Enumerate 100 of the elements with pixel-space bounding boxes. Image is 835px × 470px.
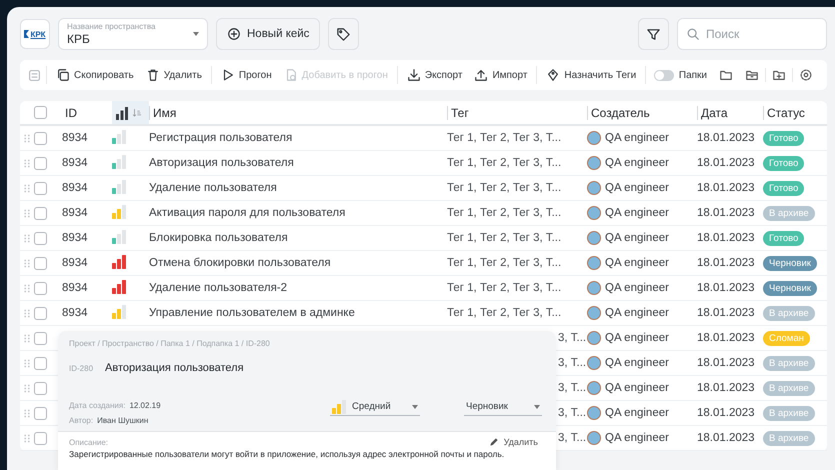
plus-circle-icon (227, 27, 241, 41)
creator-cell: QA engineer (605, 357, 669, 369)
status-badge: В архиве (763, 306, 815, 320)
row-checkbox[interactable] (34, 432, 47, 444)
date-cell-text: 18.01.2023 (697, 307, 756, 319)
avatar (587, 356, 601, 370)
creator-cell: QA engineer (605, 257, 669, 269)
creator-cell: QA engineer (605, 207, 669, 219)
creator-cell: QA engineer (605, 232, 669, 244)
creator-cell: QA engineer (605, 332, 669, 344)
row-checkbox[interactable] (34, 406, 47, 420)
select-all-checkbox[interactable] (34, 106, 47, 119)
folder-archive-icon (745, 68, 759, 82)
row-checkbox[interactable] (34, 132, 47, 144)
avatar (587, 406, 601, 420)
description-text: Зарегистрированные пользователи могут войти в приложение, используя адрес электронной почты и пароль. (69, 449, 506, 459)
sort-icon (132, 108, 142, 118)
tag-cell-text: Тег 1, Тег 2, Тег 3, Т... (447, 307, 562, 319)
toolbar-button[interactable]: Экспорт (402, 68, 466, 82)
toolbar-button[interactable]: Прогон (216, 68, 276, 82)
name-cell-text: Удаление пользователя-2 (149, 282, 288, 294)
row-checkbox[interactable] (34, 382, 47, 394)
row-checkbox[interactable] (34, 182, 47, 194)
column-header[interactable]: Создатель (587, 106, 697, 120)
status-select[interactable]: Черновик (464, 398, 542, 416)
column-header[interactable]: Статус (763, 106, 827, 120)
status-badge: Черновик (763, 280, 817, 296)
row-checkbox[interactable] (34, 256, 47, 270)
delete-button[interactable]: Удалить (488, 437, 546, 447)
filter-button[interactable] (638, 18, 669, 50)
avatar (587, 131, 601, 145)
tag-cell-text: Тег 1, Тег 2, Тег 3, Т... (447, 182, 562, 194)
priority-bars-icon (115, 106, 129, 120)
case-title: Авторизация пользователя (105, 362, 244, 374)
settings-icon (799, 68, 813, 82)
status-badge: В архиве (763, 406, 815, 420)
row-checkbox[interactable] (34, 332, 47, 344)
row-checkbox[interactable] (34, 232, 47, 244)
creator-cell: QA engineer (605, 282, 669, 294)
toolbar-button[interactable]: Удалить (142, 68, 206, 82)
date-cell-text: 18.01.2023 (697, 357, 756, 369)
space-select[interactable]: Название пространства КРБ (58, 18, 208, 50)
folders-toggle[interactable] (654, 70, 674, 80)
priority-select[interactable]: Средний (330, 398, 420, 416)
breadcrumb: Проект / Пространство / Папка 1 / Подпапка 1 / ID-280 (69, 339, 271, 348)
pencil-icon (488, 437, 499, 447)
toolbar-button[interactable]: Назначить Теги (542, 68, 640, 82)
row-checkbox[interactable] (34, 306, 47, 320)
upload-icon (474, 68, 488, 82)
id-cell-text: 8934 (62, 157, 89, 169)
creator-cell: QA engineer (605, 132, 669, 144)
toolbar-button[interactable]: Скопировать (52, 68, 138, 82)
space-select-label: Название пространства (67, 22, 156, 31)
name-cell-text: Блокировка пользователя (149, 232, 289, 244)
toolbar-button[interactable]: Импорт (470, 68, 532, 82)
avatar (587, 331, 601, 345)
status-badge: Готово (763, 230, 804, 246)
status-badge: Готово (763, 130, 804, 146)
id-cell-text: 8934 (62, 307, 89, 319)
avatar (587, 206, 601, 220)
tag-button[interactable] (328, 18, 360, 50)
id-cell-text: 8934 (62, 232, 89, 244)
trash-icon (146, 68, 160, 82)
avatar (587, 256, 601, 270)
id-cell-text: 8934 (62, 207, 89, 219)
date-cell-text: 18.01.2023 (697, 132, 756, 144)
status-badge: В архиве (763, 206, 815, 220)
id-cell-text: 8934 (62, 257, 89, 269)
row-checkbox[interactable] (34, 282, 47, 294)
column-header[interactable]: Дата (697, 106, 763, 120)
avatar (587, 431, 601, 445)
search-icon (686, 27, 700, 41)
name-cell-text: Активация пароля для пользователя (149, 207, 346, 219)
id-cell-text: 8934 (62, 182, 89, 194)
row-checkbox[interactable] (34, 156, 47, 170)
folder-icon (719, 68, 733, 82)
status-badge: Готово (763, 180, 804, 196)
select-list-icon (28, 68, 41, 82)
search-field[interactable]: Поиск (677, 18, 827, 50)
date-cell-text: 18.01.2023 (697, 232, 756, 244)
description-label: Описание: (69, 438, 108, 446)
new-case-button[interactable]: Новый кейс (216, 18, 320, 50)
column-header[interactable]: ID (62, 106, 112, 120)
tag-cell-text: Тег 1, Тег 2, Тег 3, Т... (447, 207, 562, 219)
avatar (587, 281, 601, 295)
column-header[interactable]: Тег (447, 106, 587, 120)
creator-cell: QA engineer (605, 307, 669, 319)
row-checkbox[interactable] (34, 356, 47, 370)
row-checkbox[interactable] (34, 206, 47, 220)
space-select-value: КРБ (67, 32, 91, 46)
creator-cell: QA engineer (605, 382, 669, 394)
column-header[interactable]: Имя (149, 106, 447, 120)
priority-column-header[interactable] (112, 101, 149, 124)
date-cell-text: 18.01.2023 (697, 407, 756, 419)
avatar (587, 381, 601, 395)
creator-cell: QA engineer (605, 432, 669, 444)
date-cell-text: 18.01.2023 (697, 332, 756, 344)
name-cell-text: Отмена блокировки пользователя (149, 257, 332, 269)
folders-label: Папки (678, 70, 707, 80)
creator-cell: QA engineer (605, 182, 669, 194)
